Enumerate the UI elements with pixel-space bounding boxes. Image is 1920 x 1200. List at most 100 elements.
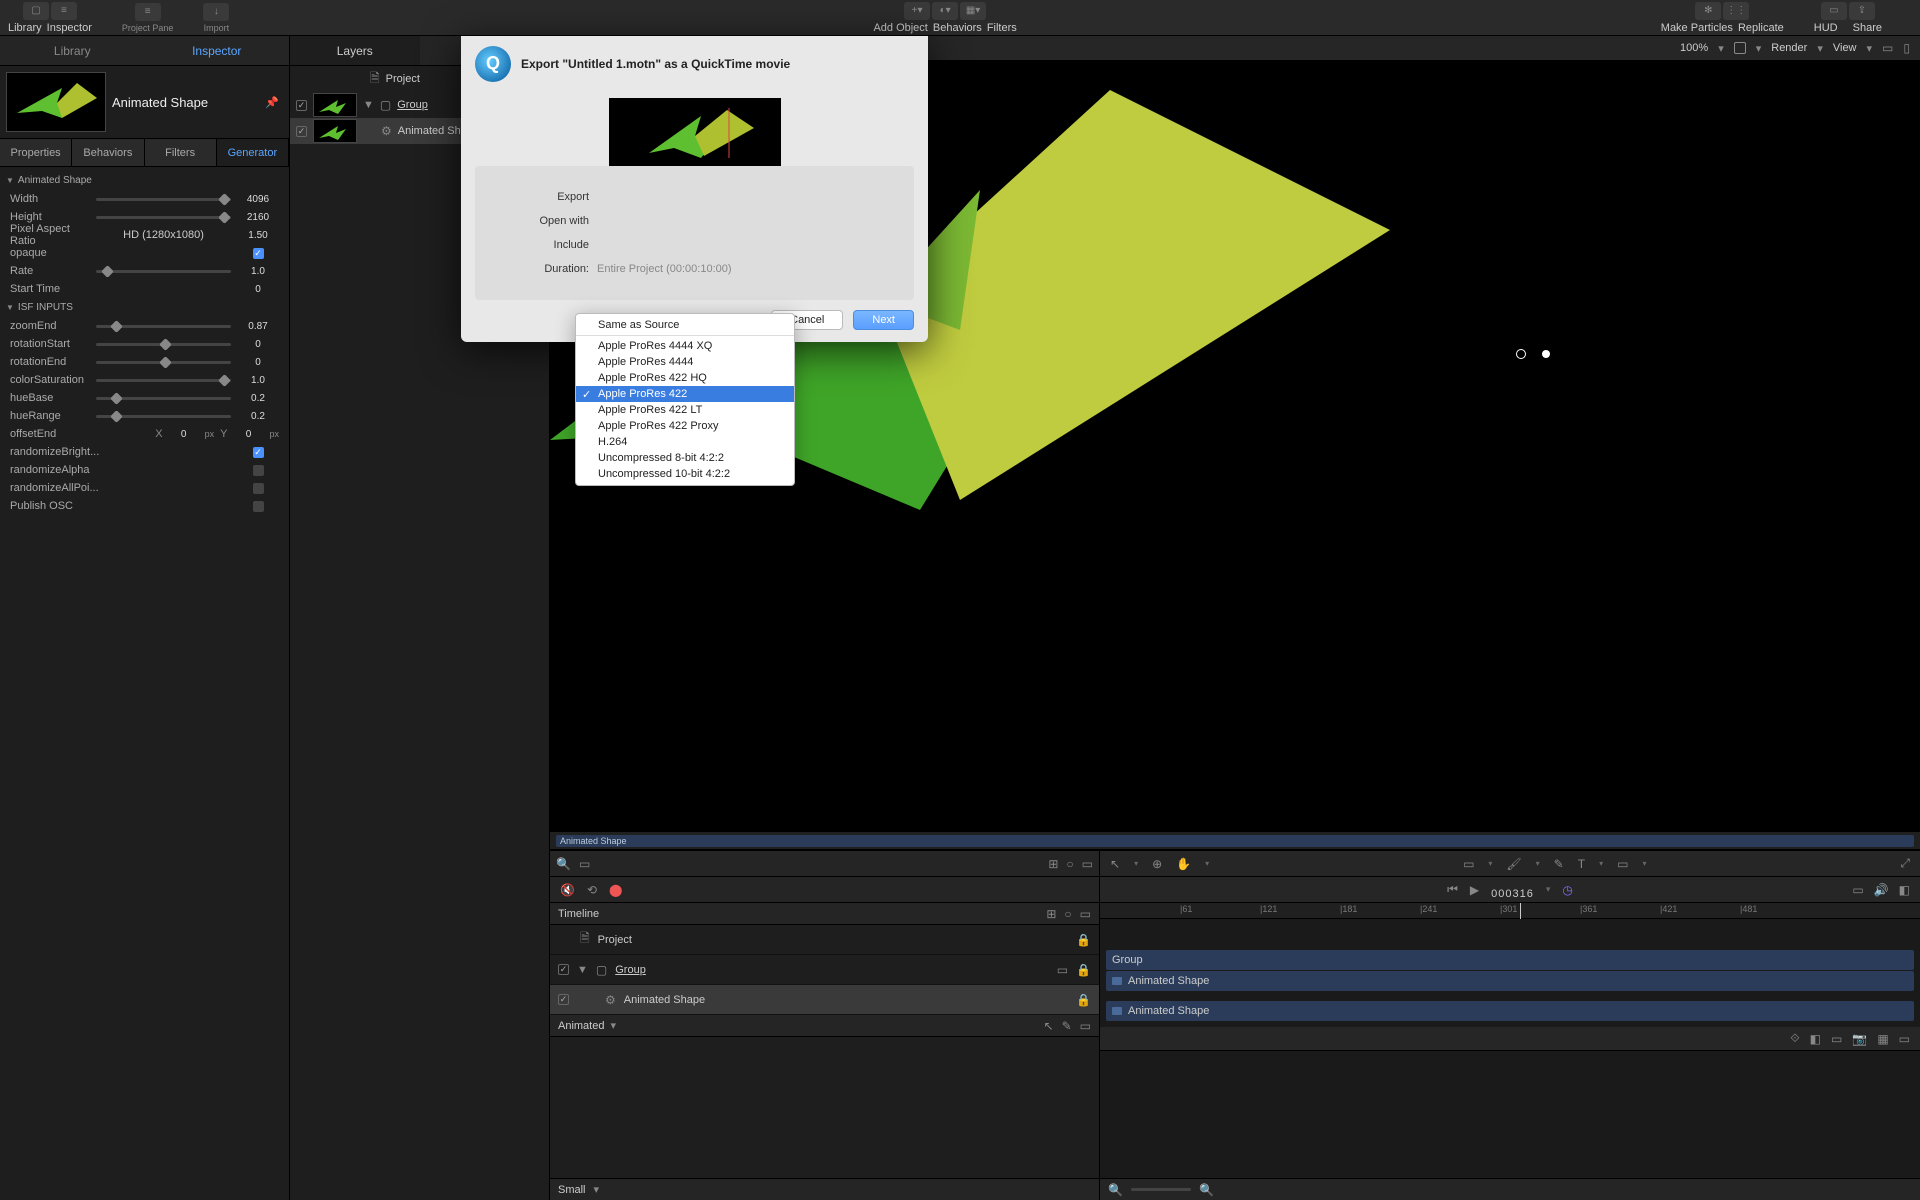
view-menu[interactable]: View xyxy=(1833,42,1857,54)
paint-tool[interactable]: 🖌 xyxy=(1506,857,1521,871)
text-tool[interactable]: T xyxy=(1578,857,1585,871)
pointer-tool[interactable]: ↖ xyxy=(1110,857,1120,871)
volume-icon[interactable]: 🔊 xyxy=(1874,883,1889,897)
subtab-properties[interactable]: Properties xyxy=(0,139,72,166)
loop-icon[interactable]: ⟲ xyxy=(587,883,597,897)
opt-icon-3[interactable]: ▭ xyxy=(1082,857,1093,871)
random-all-poi-checkbox[interactable] xyxy=(253,483,264,494)
view-icon-2[interactable]: ▯ xyxy=(1903,41,1910,55)
rotation-start-slider[interactable] xyxy=(96,343,231,346)
out-icon-1[interactable]: ▭ xyxy=(1852,883,1863,897)
color-sat-value[interactable]: 1.0 xyxy=(237,375,279,386)
start-time-value[interactable]: 0 xyxy=(237,284,279,295)
zoom-in-icon[interactable]: 🔍 xyxy=(1199,1183,1214,1197)
hue-range-slider[interactable] xyxy=(96,415,231,418)
publish-osc-checkbox[interactable] xyxy=(253,501,264,512)
codec-option[interactable]: Same as Source xyxy=(576,317,794,333)
tab-layers[interactable]: Layers xyxy=(290,36,420,65)
rate-slider[interactable] xyxy=(96,270,231,273)
section-animated-shape[interactable]: Animated Shape xyxy=(0,171,289,190)
codec-option-selected[interactable]: Apple ProRes 422 xyxy=(576,386,794,402)
library-tool[interactable]: ▢≡ Library Inspector xyxy=(8,2,92,34)
animated-label[interactable]: Animated xyxy=(558,1020,604,1032)
height-slider[interactable] xyxy=(96,216,231,219)
timecode[interactable]: 000316 xyxy=(1491,878,1534,902)
track-shape-1[interactable]: Animated Shape xyxy=(1106,971,1914,991)
kf-icon-1[interactable]: ⟐ xyxy=(1790,1031,1799,1046)
kf-icon-4[interactable]: 📷 xyxy=(1852,1032,1867,1046)
color-swatch[interactable] xyxy=(1734,42,1746,54)
codec-option[interactable]: Apple ProRes 422 LT xyxy=(576,402,794,418)
tl-animated-shape[interactable]: ⚙Animated Shape🔒 xyxy=(550,985,1099,1015)
clock-icon[interactable]: ◷ xyxy=(1562,883,1572,897)
tl-group[interactable]: ▼▢Group▭🔒 xyxy=(550,955,1099,985)
zoom-level[interactable]: 100% xyxy=(1680,42,1708,54)
shape-visibility[interactable] xyxy=(296,126,307,137)
hue-base-value[interactable]: 0.2 xyxy=(237,393,279,404)
track-shape-2[interactable]: Animated Shape xyxy=(1106,1001,1914,1021)
subtab-generator[interactable]: Generator xyxy=(217,139,289,166)
hue-range-value[interactable]: 0.2 xyxy=(237,411,279,422)
offset-x[interactable]: 0 xyxy=(163,429,205,440)
group-visibility[interactable] xyxy=(296,100,307,111)
play-icon[interactable]: ▶ xyxy=(1470,883,1479,897)
tl-project[interactable]: 🗎Project🔒 xyxy=(550,925,1099,955)
par-value[interactable]: 1.50 xyxy=(237,230,279,241)
rotation-end-slider[interactable] xyxy=(96,361,231,364)
project-pane-tool[interactable]: ≡ Project Pane xyxy=(122,3,174,33)
go-start-icon[interactable]: ⏮ xyxy=(1447,882,1458,897)
rect-tool[interactable]: ▭ xyxy=(1463,857,1474,871)
opaque-checkbox[interactable] xyxy=(253,248,264,259)
expand-icon[interactable]: ⤢ xyxy=(1900,856,1910,871)
codec-option[interactable]: Apple ProRes 422 Proxy xyxy=(576,418,794,434)
timeline-ruler[interactable]: |61 |121 |181 |241 |301 |361 |421 |481 xyxy=(1100,903,1920,919)
search-icon[interactable]: 🔍 xyxy=(556,857,571,871)
width-value[interactable]: 4096 xyxy=(237,194,279,205)
tab-library[interactable]: Library xyxy=(0,36,145,65)
codec-option[interactable]: Apple ProRes 4444 XQ xyxy=(576,338,794,354)
mask-tool[interactable]: ▭ xyxy=(1617,857,1628,871)
zoom-end-slider[interactable] xyxy=(96,325,231,328)
record-icon[interactable]: ⬤ xyxy=(609,883,622,897)
codec-option[interactable]: H.264 xyxy=(576,434,794,450)
import-tool[interactable]: ↓ Import xyxy=(203,3,229,33)
hue-base-slider[interactable] xyxy=(96,397,231,400)
filter-icon[interactable]: ▭ xyxy=(579,857,590,871)
zoom-end-value[interactable]: 0.87 xyxy=(237,321,279,332)
zoom-out-icon[interactable]: 🔍 xyxy=(1108,1183,1123,1197)
next-button[interactable]: Next xyxy=(853,310,914,330)
add-object-tool[interactable]: +▾◐▾▦▾ Add Object Behaviors Filters xyxy=(873,2,1016,34)
track-group[interactable]: Group xyxy=(1106,950,1914,970)
rotation-end-value[interactable]: 0 xyxy=(237,357,279,368)
offset-y[interactable]: 0 xyxy=(227,429,269,440)
size-label[interactable]: Small xyxy=(558,1184,586,1196)
kf-icon-5[interactable]: ▦ xyxy=(1877,1032,1888,1046)
opt-icon-2[interactable]: ○ xyxy=(1066,857,1073,871)
subtab-filters[interactable]: Filters xyxy=(145,139,217,166)
render-menu[interactable]: Render xyxy=(1771,42,1807,54)
lock-icon[interactable]: 🔒 xyxy=(1076,933,1091,947)
pen-tool[interactable]: ✎ xyxy=(1554,857,1564,871)
codec-option[interactable]: Apple ProRes 422 HQ xyxy=(576,370,794,386)
codec-option[interactable]: Uncompressed 10-bit 4:2:2 xyxy=(576,466,794,482)
hud-tool[interactable]: ▭⇪ HUD Share xyxy=(1814,2,1882,34)
duration-value[interactable]: Entire Project (00:00:10:00) xyxy=(597,263,902,275)
codec-option[interactable]: Uncompressed 8-bit 4:2:2 xyxy=(576,450,794,466)
pan-tool[interactable]: ✋ xyxy=(1176,857,1191,871)
color-sat-slider[interactable] xyxy=(96,379,231,382)
hand-tool[interactable]: ⊕ xyxy=(1152,857,1162,871)
tab-inspector[interactable]: Inspector xyxy=(145,36,290,65)
make-particles-tool[interactable]: ✻⋮⋮ Make Particles Replicate xyxy=(1661,2,1784,34)
rotation-start-value[interactable]: 0 xyxy=(237,339,279,350)
opt-icon-1[interactable]: ⊞ xyxy=(1048,857,1058,871)
random-alpha-checkbox[interactable] xyxy=(253,465,264,476)
height-value[interactable]: 2160 xyxy=(237,212,279,223)
transform-handle[interactable] xyxy=(1516,350,1550,358)
width-slider[interactable] xyxy=(96,198,231,201)
pin-icon[interactable]: 📌 xyxy=(265,96,279,109)
codec-option[interactable]: Apple ProRes 4444 xyxy=(576,354,794,370)
out-icon-2[interactable]: ◧ xyxy=(1899,883,1910,897)
kf-icon-2[interactable]: ◧ xyxy=(1810,1032,1821,1046)
par-preset[interactable]: HD (1280x1080) xyxy=(90,229,237,241)
rate-value[interactable]: 1.0 xyxy=(237,266,279,277)
